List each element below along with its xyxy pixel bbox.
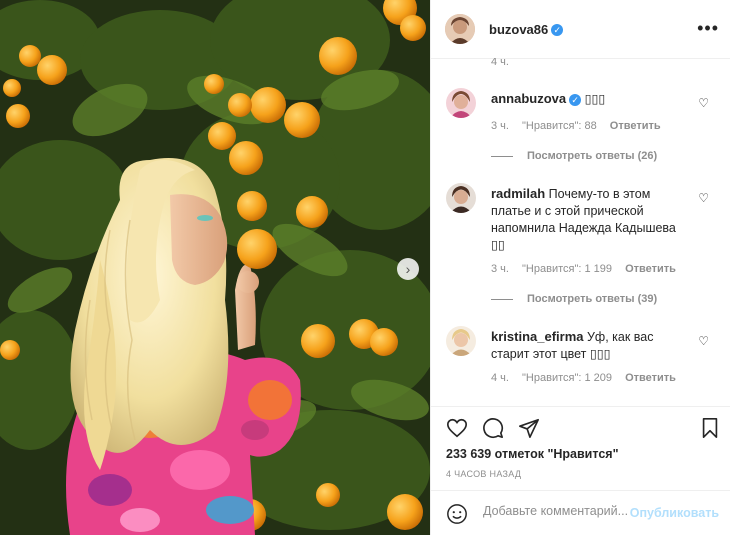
comment-username[interactable]: kristina_efirma <box>491 329 584 344</box>
share-icon[interactable] <box>518 417 540 439</box>
view-replies-button[interactable]: Посмотреть ответы (39) <box>491 293 657 305</box>
author-username[interactable]: buzova86 <box>489 22 548 37</box>
comment-likes[interactable]: "Нравится": 88 <box>522 120 597 132</box>
comment-meta: 3 ч. "Нравится": 1 199 Ответить <box>491 263 686 275</box>
view-replies-label: Посмотреть ответы (26) <box>527 150 658 162</box>
comments-list[interactable]: 4 ч. annabuzova ✓ ▯▯▯ ♡ 3 ч. "Нравится": … <box>431 58 730 406</box>
comment-meta: 3 ч. "Нравится": 88 Ответить <box>491 120 671 132</box>
verified-badge-icon: ✓ <box>551 23 564 36</box>
post-header: buzova86 ✓ ••• <box>431 0 730 59</box>
comment-body: kristina_efirma Уф, как вас старит этот … <box>491 328 691 363</box>
comment-likes[interactable]: "Нравится": 1 199 <box>522 263 612 275</box>
reply-button[interactable]: Ответить <box>625 372 676 384</box>
comment-username[interactable]: radmilah <box>491 186 545 201</box>
comment-likes[interactable]: "Нравится": 1 209 <box>522 372 612 384</box>
comment-avatar[interactable] <box>446 88 476 118</box>
likes-count[interactable]: 233 639 отметок "Нравится" <box>446 447 619 461</box>
comment-meta: 4 ч. "Нравится": 1 209 Ответить <box>491 372 686 384</box>
more-icon[interactable]: ••• <box>697 18 719 39</box>
comment-username[interactable]: annabuzova <box>491 91 566 106</box>
verified-badge-icon: ✓ <box>569 93 582 106</box>
comment-like-heart-icon[interactable]: ♡ <box>698 191 709 205</box>
comment-avatar[interactable] <box>446 326 476 356</box>
comment-body: radmilah Почему-то в этом платье и с это… <box>491 185 691 254</box>
comment-time: 4 ч. <box>491 372 509 384</box>
comment-input[interactable] <box>481 503 635 519</box>
chevron-right-icon: › <box>405 261 411 277</box>
emoji-icon[interactable] <box>446 503 468 525</box>
partial-comment-time: 4 ч. <box>491 58 509 68</box>
view-replies-label: Посмотреть ответы (39) <box>527 293 658 305</box>
comment-time: 3 ч. <box>491 263 509 275</box>
post-time-ago[interactable]: 4 ЧАСОВ НАЗАД <box>446 469 521 479</box>
post-actions: 233 639 отметок "Нравится" 4 ЧАСОВ НАЗАД <box>431 406 730 491</box>
divider-line <box>491 298 513 300</box>
author-line: buzova86 ✓ <box>489 21 564 39</box>
post-image <box>0 0 430 535</box>
comment-like-heart-icon[interactable]: ♡ <box>698 96 709 110</box>
comment-time: 3 ч. <box>491 120 509 132</box>
comment-text: ▯▯▯ <box>584 92 606 106</box>
next-photo-button[interactable]: › <box>397 258 419 280</box>
divider-line <box>491 155 513 157</box>
view-replies-button[interactable]: Посмотреть ответы (26) <box>491 150 657 162</box>
bookmark-icon[interactable] <box>699 417 721 439</box>
heart-icon[interactable] <box>446 417 468 439</box>
author-avatar[interactable] <box>445 14 475 44</box>
add-comment-bar: Опубликовать <box>431 490 730 536</box>
reply-button[interactable]: Ответить <box>610 120 661 132</box>
comment-like-heart-icon[interactable]: ♡ <box>698 334 709 348</box>
publish-button[interactable]: Опубликовать <box>630 506 719 520</box>
comment-avatar[interactable] <box>446 183 476 213</box>
reply-button[interactable]: Ответить <box>625 263 676 275</box>
comment-body: annabuzova ✓ ▯▯▯ <box>491 90 691 108</box>
comment-icon[interactable] <box>482 417 504 439</box>
post-photo[interactable]: › <box>0 0 430 535</box>
post-sidebar: buzova86 ✓ ••• 4 ч. annabuzova ✓ ▯▯▯ ♡ 3 ч… <box>430 0 730 535</box>
